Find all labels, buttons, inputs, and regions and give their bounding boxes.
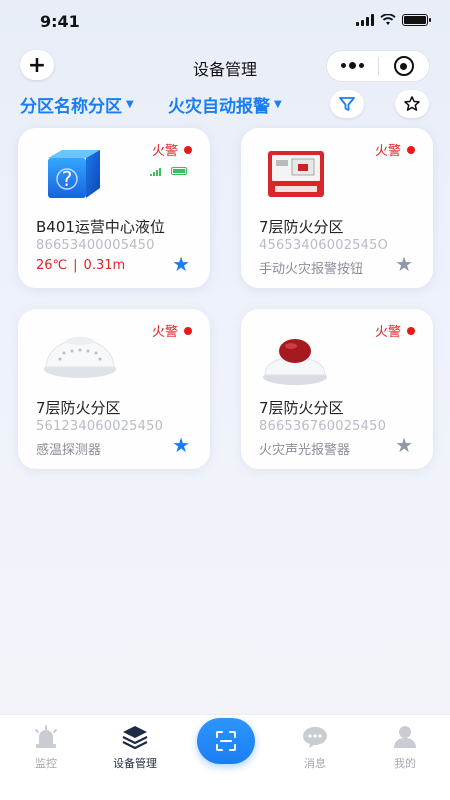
filter-button[interactable] (330, 90, 364, 118)
layers-icon (120, 723, 150, 751)
favorite-star-icon[interactable]: ★ (172, 254, 190, 274)
favorite-star-icon[interactable]: ★ (395, 435, 413, 455)
device-name: B401运营中心液位 (36, 218, 165, 236)
wifi-icon (380, 14, 396, 25)
device-card[interactable]: 火警 ? B401运营中心液位 86653400005450 26℃ | 0.3… (18, 128, 210, 288)
favorite-star-icon[interactable]: ★ (172, 435, 190, 455)
chat-bubble-icon (300, 723, 330, 751)
device-code: 866536760025450 (259, 419, 387, 434)
tab-messages[interactable]: 消息 (285, 723, 345, 771)
status-time: 9:41 (40, 12, 80, 31)
svg-text:?: ? (62, 167, 73, 191)
scan-icon (216, 731, 236, 751)
user-icon (390, 723, 420, 751)
alarm-dot (407, 145, 415, 154)
device-name: 7层防火分区 (259, 399, 344, 417)
alarm-badge: 火警 (152, 140, 192, 159)
device-type: 手动火灾报警按钮 (259, 262, 364, 277)
alarm-badge: 火警 (152, 321, 192, 340)
alarm-dot (184, 326, 192, 335)
alarm-label: 火警 (151, 144, 178, 159)
favorite-star-icon[interactable]: ★ (395, 254, 413, 274)
level-reading: 0.31m (83, 258, 126, 273)
status-icons (356, 14, 431, 26)
close-miniprogram-button[interactable] (378, 56, 429, 76)
type-filter-dropdown[interactable]: 火灾自动报警 ▼ (168, 92, 282, 117)
signal-strength-icon (150, 168, 161, 176)
sounder-strobe-image (263, 339, 327, 385)
device-name: 7层防火分区 (259, 218, 344, 236)
alarm-light-icon (31, 723, 61, 751)
favorites-button[interactable] (395, 90, 429, 118)
heat-detector-image (44, 337, 116, 378)
device-card[interactable]: 火警 7层防火分区 866536760025450 火灾声光报警器 ★ (241, 309, 433, 469)
reading-separator: | (73, 258, 78, 273)
battery-icon (402, 14, 431, 26)
device-code: 86653400005450 (36, 238, 155, 253)
device-name: 7层防火分区 (36, 399, 121, 417)
tab-mine[interactable]: 我的 (375, 723, 435, 771)
battery-level-icon (171, 167, 187, 175)
tab-label: 设备管理 (113, 757, 157, 770)
device-code: 45653406002545O (259, 238, 389, 253)
manual-call-point-image (268, 151, 324, 197)
alarm-dot (407, 326, 415, 335)
tab-label: 我的 (394, 757, 416, 770)
tab-device-management[interactable]: 设备管理 (105, 723, 165, 771)
star-outline-icon (404, 96, 420, 111)
alarm-label: 火警 (374, 144, 401, 159)
nav-bar: + 设备管理 (0, 46, 450, 86)
alarm-label: 火警 (151, 325, 178, 340)
tab-label: 消息 (304, 757, 326, 770)
tab-label: 监控 (35, 757, 57, 770)
alarm-label: 火警 (374, 325, 401, 340)
tab-monitor[interactable]: 监控 (16, 723, 76, 771)
alarm-badge: 火警 (375, 321, 415, 340)
caret-down-icon: ▼ (274, 99, 282, 110)
alarm-dot (184, 145, 192, 154)
device-type: 感温探测器 (36, 443, 102, 458)
more-dots-icon[interactable] (327, 62, 378, 69)
filter-icon (339, 97, 355, 111)
filter-bar: 分区名称分区 ▼ 火灾自动报警 ▼ (0, 90, 450, 120)
status-bar: 9:41 (0, 0, 450, 44)
device-card[interactable]: 火警 7层防火分区 561234060025450 感温探测器 ★ (18, 309, 210, 469)
zone-filter-label: 分区名称分区 (20, 97, 122, 117)
scan-button[interactable] (197, 718, 255, 764)
device-card[interactable]: 火警 7层防火分区 45653406002545O 手动火灾报警按钮 ★ (241, 128, 433, 288)
device-type: 火灾声光报警器 (259, 443, 351, 458)
liquid-level-sensor-image: ? (48, 150, 100, 198)
target-icon (393, 56, 414, 76)
caret-down-icon: ▼ (126, 99, 134, 110)
device-code: 561234060025450 (36, 419, 164, 434)
miniprogram-capsule (326, 50, 430, 82)
type-filter-label: 火灾自动报警 (168, 97, 270, 117)
cellular-signal-icon (356, 14, 374, 26)
temperature-reading: 26℃ (36, 258, 68, 273)
device-readings: 26℃ | 0.31m (36, 258, 125, 273)
alarm-badge: 火警 (375, 140, 415, 159)
zone-filter-dropdown[interactable]: 分区名称分区 ▼ (20, 92, 134, 117)
